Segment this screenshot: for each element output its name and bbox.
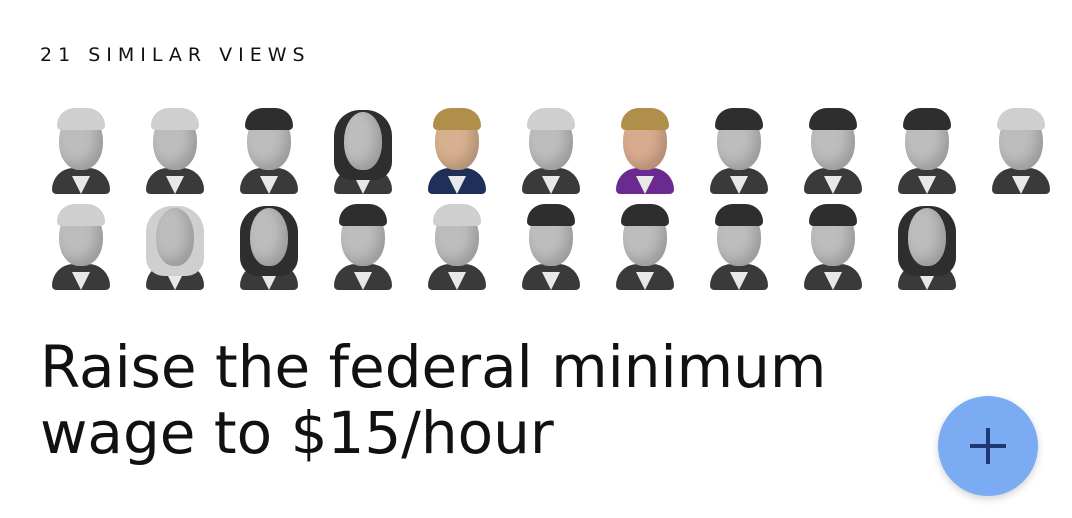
add-button[interactable] — [938, 396, 1038, 496]
avatar-hair — [809, 204, 857, 226]
avatar-head — [250, 208, 288, 266]
avatar-hair — [339, 204, 387, 226]
candidate-avatar-face-14[interactable] — [238, 204, 300, 290]
position-title: Raise the federal minimum wage to $15/ho… — [40, 333, 827, 467]
candidate-avatar-face-1[interactable] — [50, 108, 112, 194]
avatar-hair — [245, 108, 293, 130]
avatar-hair — [621, 204, 669, 226]
candidate-avatar-face-20[interactable] — [802, 204, 864, 290]
avatar-hair — [715, 204, 763, 226]
candidate-avatar-face-3[interactable] — [238, 108, 300, 194]
candidate-avatar-face-10[interactable] — [896, 108, 958, 194]
candidate-avatar-face-9[interactable] — [802, 108, 864, 194]
candidate-avatar-face-17[interactable] — [520, 204, 582, 290]
candidate-faces-row-1 — [50, 108, 1072, 194]
candidate-avatar-face-13[interactable] — [144, 204, 206, 290]
avatar-head — [344, 112, 382, 170]
candidate-faces-row-2 — [50, 204, 990, 290]
candidate-avatar-face-2[interactable] — [144, 108, 206, 194]
candidate-avatar-face-8[interactable] — [708, 108, 770, 194]
candidate-avatar-face-7[interactable] — [614, 108, 676, 194]
avatar-hair — [809, 108, 857, 130]
candidate-avatar-face-19[interactable] — [708, 204, 770, 290]
avatar-hair — [433, 108, 481, 130]
candidate-avatar-face-6[interactable] — [520, 108, 582, 194]
avatar-hair — [151, 108, 199, 130]
candidate-avatar-face-21[interactable] — [896, 204, 958, 290]
avatar-hair — [621, 108, 669, 130]
candidate-avatar-face-18[interactable] — [614, 204, 676, 290]
avatar-hair — [903, 108, 951, 130]
avatar-hair — [57, 108, 105, 130]
avatar-head — [156, 208, 194, 266]
avatar-hair — [527, 204, 575, 226]
candidate-avatar-face-11[interactable] — [990, 108, 1052, 194]
avatar-hair — [57, 204, 105, 226]
avatar-head — [908, 208, 946, 266]
similar-views-label: 21 SIMILAR VIEWS — [40, 44, 311, 66]
candidate-avatar-face-16[interactable] — [426, 204, 488, 290]
candidate-avatar-face-4[interactable] — [332, 108, 394, 194]
plus-icon — [970, 428, 1006, 464]
avatar-hair — [527, 108, 575, 130]
candidate-avatar-face-15[interactable] — [332, 204, 394, 290]
avatar-hair — [433, 204, 481, 226]
candidate-avatar-face-5[interactable] — [426, 108, 488, 194]
avatar-hair — [997, 108, 1045, 130]
avatar-hair — [715, 108, 763, 130]
candidate-avatar-face-12[interactable] — [50, 204, 112, 290]
